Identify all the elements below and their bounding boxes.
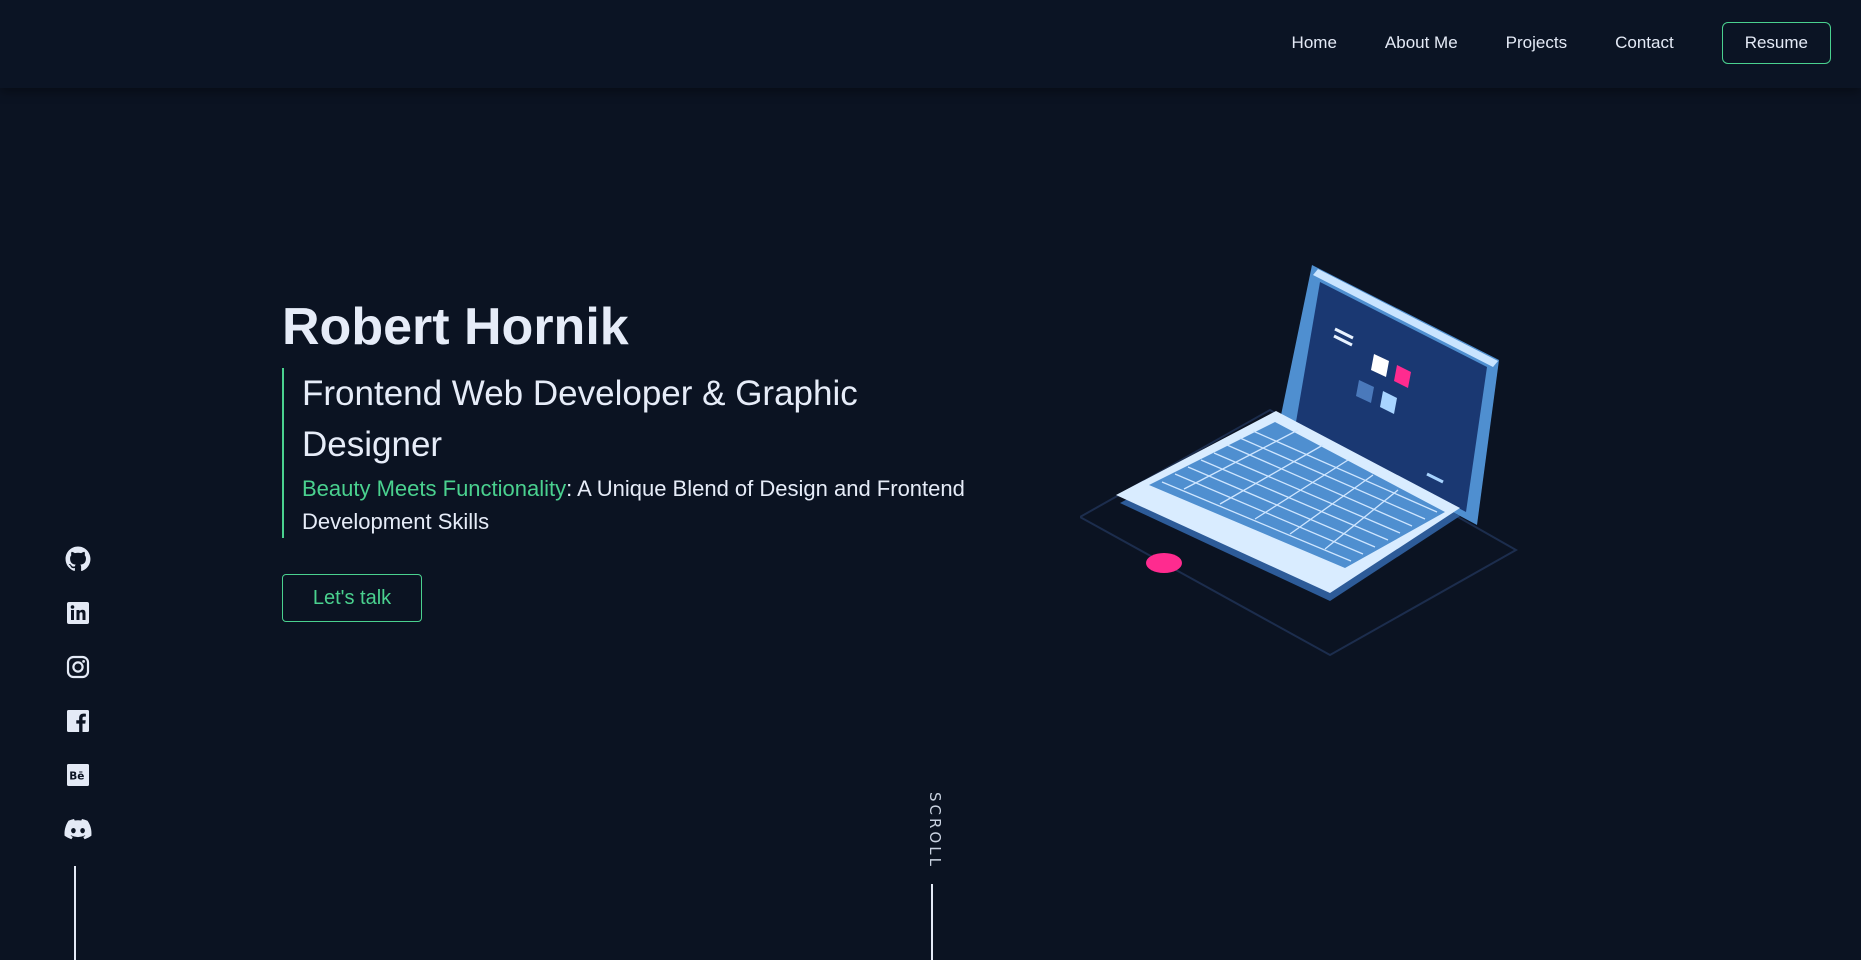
main-nav: Home About Me Projects Contact Resume [1292,22,1831,64]
tagline-accent: Beauty Meets Functionality [302,476,567,501]
svg-text:Bē: Bē [69,771,84,783]
instagram-icon[interactable] [62,651,94,683]
facebook-icon[interactable] [62,705,94,737]
social-links: Bē [62,543,94,867]
hero-name: Robert Hornik [282,298,629,356]
behance-icon[interactable]: Bē [62,759,94,791]
lets-talk-button[interactable]: Let's talk [282,574,422,622]
resume-button[interactable]: Resume [1721,22,1831,64]
nav-contact[interactable]: Contact [1615,33,1674,53]
hero-tagline: Beauty Meets Functionality: A Unique Ble… [302,472,1002,538]
nav-projects[interactable]: Projects [1506,33,1567,53]
discord-icon[interactable] [62,813,94,845]
hero-intro-block: Frontend Web Developer & Graphic Designe… [282,368,1002,538]
nav-home[interactable]: Home [1292,33,1337,53]
github-icon[interactable] [62,543,94,575]
hero-section: Robert Hornik Frontend Web Developer & G… [282,292,1002,538]
nav-about-me[interactable]: About Me [1385,33,1458,53]
scroll-indicator[interactable]: SCROLL [920,792,944,869]
scroll-line [931,884,933,960]
social-divider-line [74,866,76,960]
laptop-illustration [1077,255,1520,665]
site-header: Home About Me Projects Contact Resume [0,0,1861,88]
hero-title: Frontend Web Developer & Graphic Designe… [302,374,858,464]
linkedin-icon[interactable] [62,597,94,629]
